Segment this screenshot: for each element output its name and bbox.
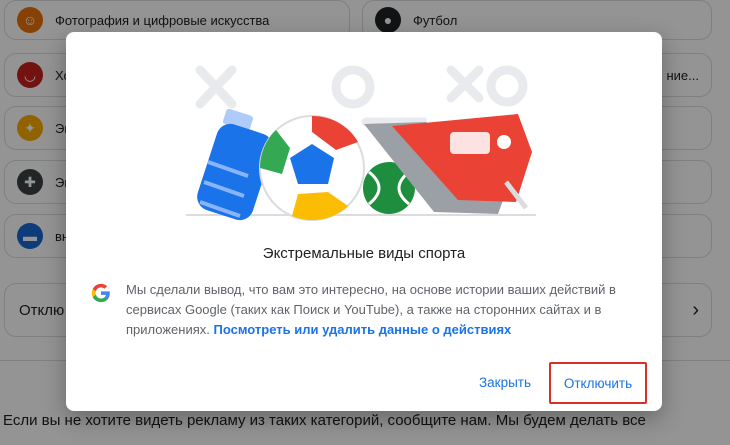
- soccer-ball-icon: [259, 115, 365, 221]
- google-g-icon: [91, 283, 110, 303]
- close-button[interactable]: Закрыть: [479, 375, 531, 390]
- info-text: Мы сделали вывод, что вам это интересно,…: [126, 280, 650, 340]
- dialog-title: Экстремальные виды спорта: [262, 245, 466, 262]
- extreme-sports-illustration: [186, 65, 536, 221]
- dialog: Экстремальные виды спорта Мы сделали выв…: [66, 32, 662, 411]
- activity-data-link[interactable]: Посмотреть или удалить данные о действия…: [214, 322, 512, 337]
- disable-button[interactable]: Отключить: [549, 362, 647, 404]
- info-block: Мы сделали вывод, что вам это интересно,…: [90, 280, 650, 340]
